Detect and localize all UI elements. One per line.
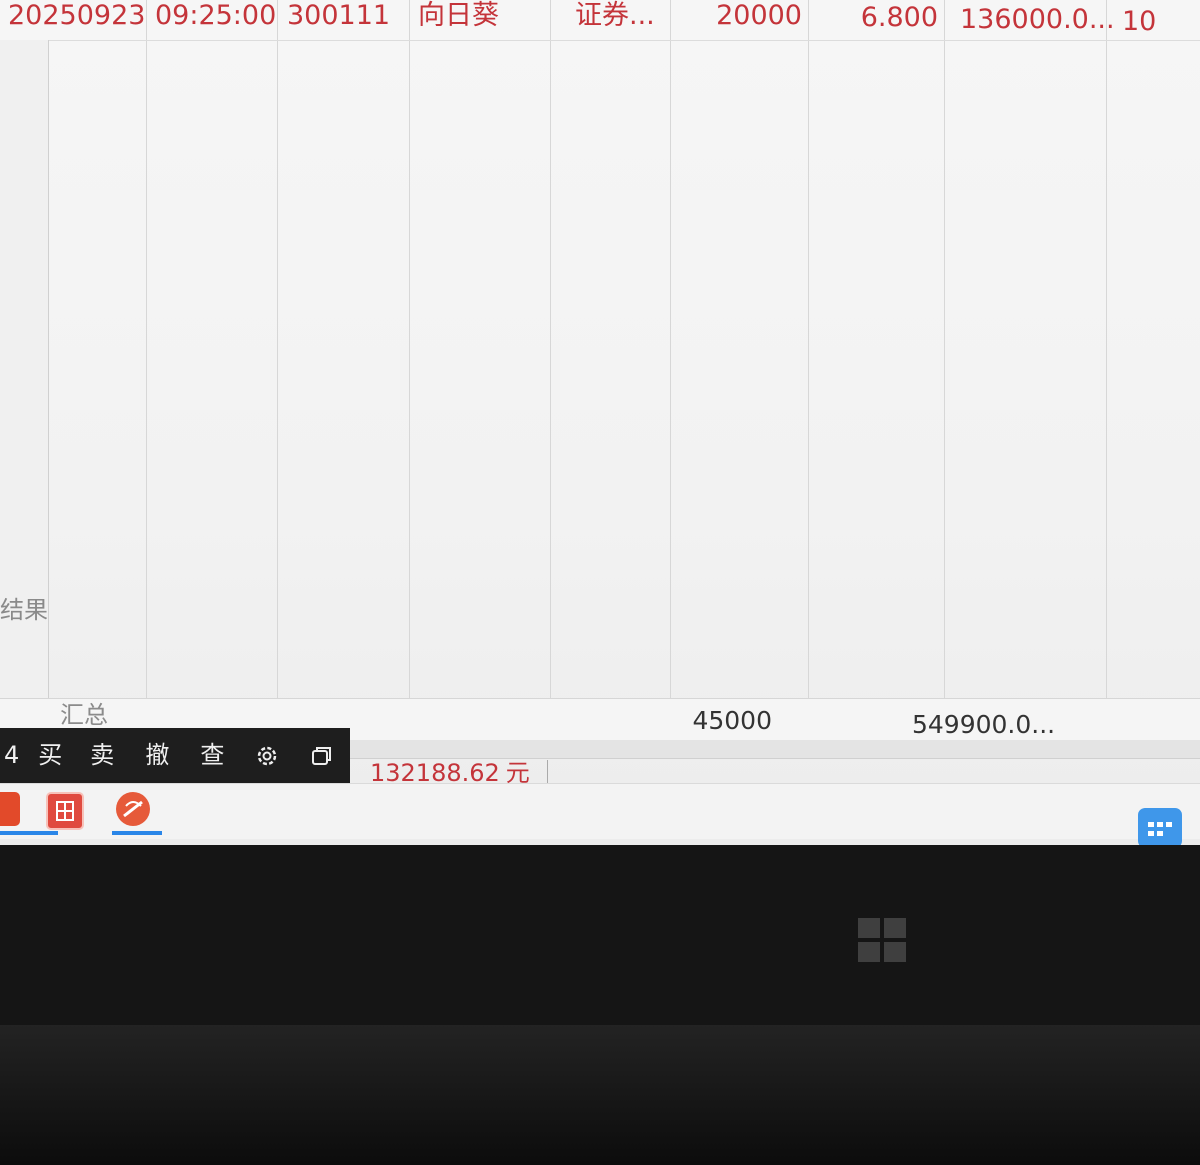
toolbar-index: 4 <box>4 741 20 769</box>
cell-price: 6.800 <box>860 2 938 33</box>
app-icon[interactable] <box>46 792 84 830</box>
cell-amount: 136000.0... <box>960 4 1115 35</box>
app-icon[interactable] <box>0 792 20 826</box>
cell-name: 向日葵 <box>418 0 499 31</box>
column-divider <box>670 0 671 740</box>
cell-time: 09:25:00 <box>155 0 277 31</box>
taskbar <box>0 783 1200 845</box>
cell-count: 10 <box>1122 6 1157 37</box>
sell-button[interactable]: 卖 <box>75 728 130 783</box>
column-divider <box>944 0 945 740</box>
column-divider <box>409 0 410 740</box>
gear-icon[interactable] <box>240 728 295 783</box>
summary-amount: 549900.0... <box>912 710 1056 739</box>
cell-market: 证券... <box>575 0 655 31</box>
cell-quantity: 20000 <box>716 0 802 31</box>
trade-toolbar: 4 买 卖 撤 查 <box>0 728 350 783</box>
active-app-indicator <box>112 831 162 835</box>
cancel-order-button[interactable]: 撤 <box>130 728 185 783</box>
row-divider <box>0 40 1200 41</box>
calendar-icon[interactable] <box>1138 808 1182 845</box>
orders-table: 结果 20250923 09:25:00 300111 向日葵 证券... 20… <box>0 0 1200 741</box>
column-divider <box>1106 0 1107 740</box>
buy-button[interactable]: 买 <box>26 728 75 783</box>
column-divider <box>146 0 147 740</box>
column-divider <box>808 0 809 740</box>
monitor-bezel <box>0 1025 1200 1165</box>
active-app-indicator <box>0 831 58 835</box>
windows-logo-icon <box>858 918 906 962</box>
panel-splitter[interactable] <box>350 740 1200 759</box>
column-divider <box>550 0 551 740</box>
summary-quantity: 45000 <box>692 706 772 735</box>
restore-window-icon[interactable] <box>295 728 350 783</box>
cell-date: 20250923 <box>8 0 146 31</box>
trading-window: 结果 20250923 09:25:00 300111 向日葵 证券... 20… <box>0 0 1200 845</box>
status-divider <box>547 760 548 784</box>
query-button[interactable]: 查 <box>185 728 240 783</box>
cell-code: 300111 <box>287 0 391 31</box>
column-divider <box>277 0 278 740</box>
side-label: 结果 <box>0 596 48 624</box>
app-icon[interactable] <box>116 792 150 826</box>
